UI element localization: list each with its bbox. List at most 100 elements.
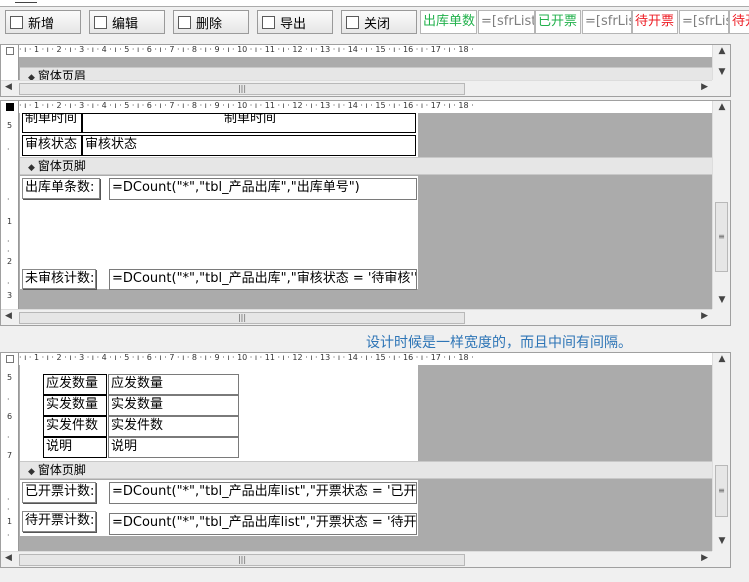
vertical-scrollbar[interactable]: ▲ ▼ [712,45,730,82]
invoiced-label[interactable]: 已开票 [535,10,581,34]
expected-qty-field[interactable]: 应发数量 [108,374,239,395]
annotation-note: 设计时候是一样宽度的，而且中间有间隔。 [366,335,632,351]
vertical-scrollbar[interactable]: ▲ ≡ ▼ [712,101,730,311]
form-design-pane-2: · ı · 1 · ı · 2 · ı · 3 · ı · 4 · ı · 5 … [0,100,731,326]
ruler-mark: 6 [7,412,13,421]
scroll-down-icon[interactable]: ▼ [716,295,728,307]
audit-status-field[interactable]: 审核状态 [82,135,416,156]
size-grip [712,309,730,325]
outbound-count-formula[interactable]: =DCount("*","tbl_产品出库","出库单号") [109,178,417,200]
edit-button-label: 编辑 [112,16,139,32]
pending-invoice-count-formula[interactable]: =DCount("*","tbl_产品出库list","开票状态 = '待开票 [109,513,417,535]
create-time-label[interactable]: 制单时间 [22,113,82,133]
actual-qty-label[interactable]: 实发数量 [43,395,107,416]
form-selector[interactable] [1,45,19,57]
ruler-mark: 5 [7,373,13,382]
pending-audit-formula[interactable]: =DCount("*","tbl_产品出库","审核状态 = '待审核'") [109,269,417,290]
scroll-down-icon[interactable]: ▼ [716,536,728,548]
horizontal-scrollbar[interactable]: ◀ ||| ▶ [1,80,712,96]
checkbox-icon [10,15,23,29]
delete-button-label: 删除 [196,16,223,32]
actual-pieces-label[interactable]: 实发件数 [43,416,107,437]
scroll-left-icon[interactable]: ◀ [5,82,12,92]
checkbox-icon [262,15,275,29]
ruler-mark: · [7,195,10,204]
vertical-ruler [1,57,19,82]
pending-invoice-label[interactable]: 待开票 [632,10,678,34]
delete-button[interactable]: 删除 [173,10,249,34]
scroll-thumb[interactable]: ||| [19,83,465,95]
scroll-up-icon[interactable]: ▲ [716,102,728,114]
pending-invoice-label-2[interactable]: 待开 [729,10,749,34]
window-top-strip [0,0,749,7]
ruler-mark: 2 [7,257,13,266]
scroll-left-icon[interactable]: ◀ [5,311,12,321]
invoiced-field[interactable]: =[sfrLis [582,10,632,34]
remark-field[interactable]: 说明 [108,437,239,458]
ruler-mark: · [7,279,10,288]
form-footer-band[interactable]: 窗体页脚 [20,461,712,479]
create-time-field[interactable]: 制单时间 [82,113,416,133]
ruler-mark: · [7,505,10,514]
horizontal-scrollbar[interactable]: ◀ ||| ▶ [1,309,712,325]
pending-invoice-count-caption[interactable]: 待开票计数: [22,511,96,532]
size-grip [712,80,730,96]
add-button-label: 新增 [28,16,55,32]
size-grip [712,551,730,567]
vertical-scrollbar[interactable]: ▲ ≡ ▼ [712,353,730,553]
ruler-mark: · [7,433,10,442]
scroll-right-icon[interactable]: ▶ [701,82,708,92]
form-footer-band[interactable]: 窗体页脚 [20,157,712,175]
vertical-ruler: 5 · 6 · 7 · · 1 · [1,365,19,553]
ruler-mark: 7 [7,451,13,460]
ruler-mark: 3 [7,291,13,300]
horizontal-ruler: · ı · 1 · ı · 2 · ı · 3 · ı · 4 · ı · 5 … [19,353,712,365]
actual-pieces-field[interactable]: 实发件数 [108,416,239,437]
outbound-count-field[interactable]: =[sfrList] [478,10,535,34]
ruler-mark: · [7,145,10,154]
outbound-count-label[interactable]: 出库单数 [420,10,477,34]
ruler-mark: 1 [7,217,13,226]
export-button[interactable]: 导出 [257,10,333,34]
scroll-thumb[interactable]: ||| [19,554,465,566]
scroll-thumb[interactable]: ≡ [715,465,728,517]
ruler-mark: · [7,395,10,404]
scroll-left-icon[interactable]: ◀ [5,553,12,563]
outbound-count-caption[interactable]: 出库单条数: [22,178,100,199]
edit-button[interactable]: 编辑 [89,10,165,34]
close-button[interactable]: 关闭 [341,10,417,34]
ruler-mark: 5 [7,121,13,130]
pending-invoice-field[interactable]: =[sfrLis [679,10,729,34]
actual-qty-field[interactable]: 实发数量 [108,395,239,416]
scroll-up-icon[interactable]: ▲ [716,46,728,58]
ruler-mark: · [7,495,10,504]
invoiced-count-formula[interactable]: =DCount("*","tbl_产品出库list","开票状态 = '已开票 [109,482,417,504]
checkbox-icon [178,15,191,29]
scroll-thumb[interactable]: ≡ [715,202,728,272]
scroll-right-icon[interactable]: ▶ [701,553,708,563]
scroll-right-icon[interactable]: ▶ [701,311,708,321]
form-selector[interactable] [1,101,19,113]
invoiced-count-caption[interactable]: 已开票计数: [22,482,96,503]
scroll-down-icon[interactable]: ▼ [716,67,728,79]
form-selector[interactable] [1,353,19,365]
form-design-pane-3: · ı · 1 · ı · 2 · ı · 3 · ı · 4 · ı · 5 … [0,352,731,568]
remark-label[interactable]: 说明 [43,437,107,458]
close-button-label: 关闭 [364,16,391,32]
horizontal-scrollbar[interactable]: ◀ ||| ▶ [1,551,712,567]
horizontal-ruler: · ı · 1 · ı · 2 · ı · 3 · ı · 4 · ı · 5 … [19,45,712,57]
expected-qty-label[interactable]: 应发数量 [43,374,107,395]
add-button[interactable]: 新增 [5,10,81,34]
horizontal-ruler: · ı · 1 · ı · 2 · ı · 3 · ı · 4 · ı · 5 … [19,101,712,113]
export-button-label: 导出 [280,16,307,32]
pending-audit-caption[interactable]: 未审核计数: [22,269,96,289]
ruler-mark: · [7,247,10,256]
checkbox-icon [346,15,359,29]
audit-status-label[interactable]: 审核状态 [22,135,82,156]
vertical-ruler: 5 · · 1 · · 2 · 3 [1,113,19,311]
top-strip-mark [15,0,37,3]
scroll-thumb[interactable]: ||| [19,312,465,324]
scroll-up-icon[interactable]: ▲ [716,354,728,366]
checkbox-icon [94,15,107,29]
form-design-pane-1: · ı · 1 · ı · 2 · ı · 3 · ı · 4 · ı · 5 … [0,44,731,97]
